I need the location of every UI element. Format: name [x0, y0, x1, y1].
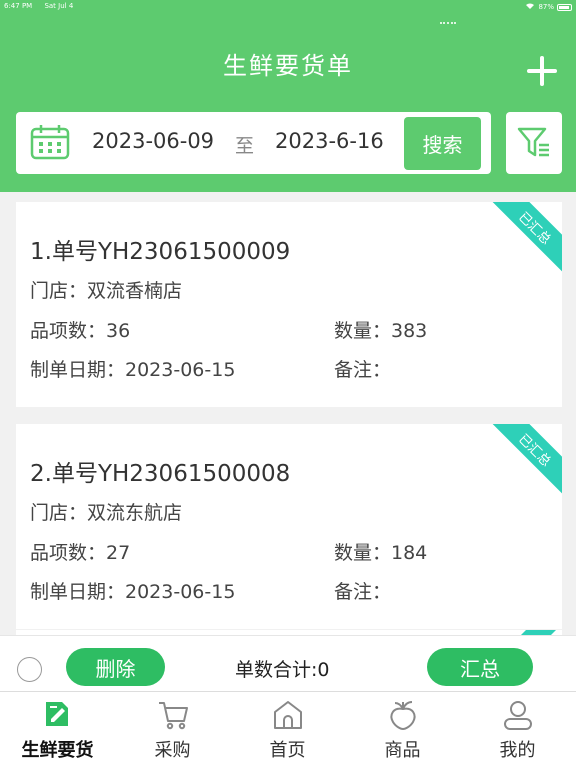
- wifi-icon: [525, 2, 535, 12]
- tab-bar: 生鲜要货 采购 首页 商品 我的: [0, 691, 576, 768]
- tab-label: 生鲜要货: [21, 740, 94, 761]
- order-store: 门店：双流东航店: [30, 502, 183, 524]
- page-title: 生鲜要货单: [223, 52, 353, 80]
- order-item-count: 品项数：27: [30, 542, 131, 564]
- date-separator: 至: [235, 135, 255, 157]
- order-note: 备注：: [334, 581, 392, 603]
- bulk-action-bar: 删除 单数合计:0 汇总: [0, 635, 576, 691]
- summarized-badge: 已汇总: [487, 424, 562, 498]
- tab-mine[interactable]: 我的: [460, 692, 575, 768]
- order-item-count: 品项数：36: [30, 320, 131, 342]
- delete-button[interactable]: 删除: [66, 648, 165, 686]
- status-time: 6:47 PM: [4, 2, 33, 10]
- order-card[interactable]: 已汇总 1.单号YH23061500009 门店：双流香楠店 品项数：36 数量…: [16, 202, 562, 407]
- tab-products[interactable]: 商品: [345, 692, 460, 768]
- filter-button[interactable]: [506, 112, 562, 174]
- start-date-field[interactable]: 2023-06-09: [92, 129, 214, 153]
- date-range-bar: 2023-06-09 至 2023-6-16 搜索: [16, 112, 491, 174]
- select-all-radio[interactable]: [17, 657, 42, 682]
- multitask-handle-icon[interactable]: [440, 22, 456, 26]
- tab-label: 商品: [384, 740, 421, 761]
- status-bar: 6:47 PM Sat Jul 4 87%: [0, 0, 576, 14]
- order-number: 2.单号YH23061500008: [30, 461, 291, 487]
- order-card[interactable]: 已汇总 2.单号YH23061500008 门店：双流东航店 品项数：27 数量…: [16, 424, 562, 629]
- tab-label: 首页: [269, 740, 306, 761]
- search-button[interactable]: 搜索: [404, 117, 481, 170]
- order-number: 1.单号YH23061500009: [30, 239, 291, 265]
- tab-fresh-order[interactable]: 生鲜要货: [0, 692, 115, 768]
- order-count-total: 单数合计:0: [235, 659, 330, 681]
- summarize-button[interactable]: 汇总: [427, 648, 533, 686]
- tab-home[interactable]: 首页: [230, 692, 345, 768]
- summarized-badge: 已汇总: [487, 202, 562, 276]
- battery-percent: 87%: [538, 3, 554, 11]
- add-order-button[interactable]: [525, 54, 559, 88]
- order-note: 备注：: [334, 359, 392, 381]
- battery-icon: [557, 3, 572, 11]
- order-date: 制单日期：2023-06-15: [30, 581, 236, 603]
- order-date: 制单日期：2023-06-15: [30, 359, 236, 381]
- order-quantity: 数量：383: [334, 320, 428, 342]
- end-date-field[interactable]: 2023-6-16: [275, 129, 384, 153]
- calendar-icon[interactable]: [30, 124, 70, 160]
- status-date: Sat Jul 4: [44, 2, 74, 10]
- order-store: 门店：双流香楠店: [30, 280, 183, 302]
- tab-label: 采购: [154, 740, 191, 761]
- order-quantity: 数量：184: [334, 542, 428, 564]
- tab-purchase[interactable]: 采购: [115, 692, 230, 768]
- tab-label: 我的: [499, 740, 536, 761]
